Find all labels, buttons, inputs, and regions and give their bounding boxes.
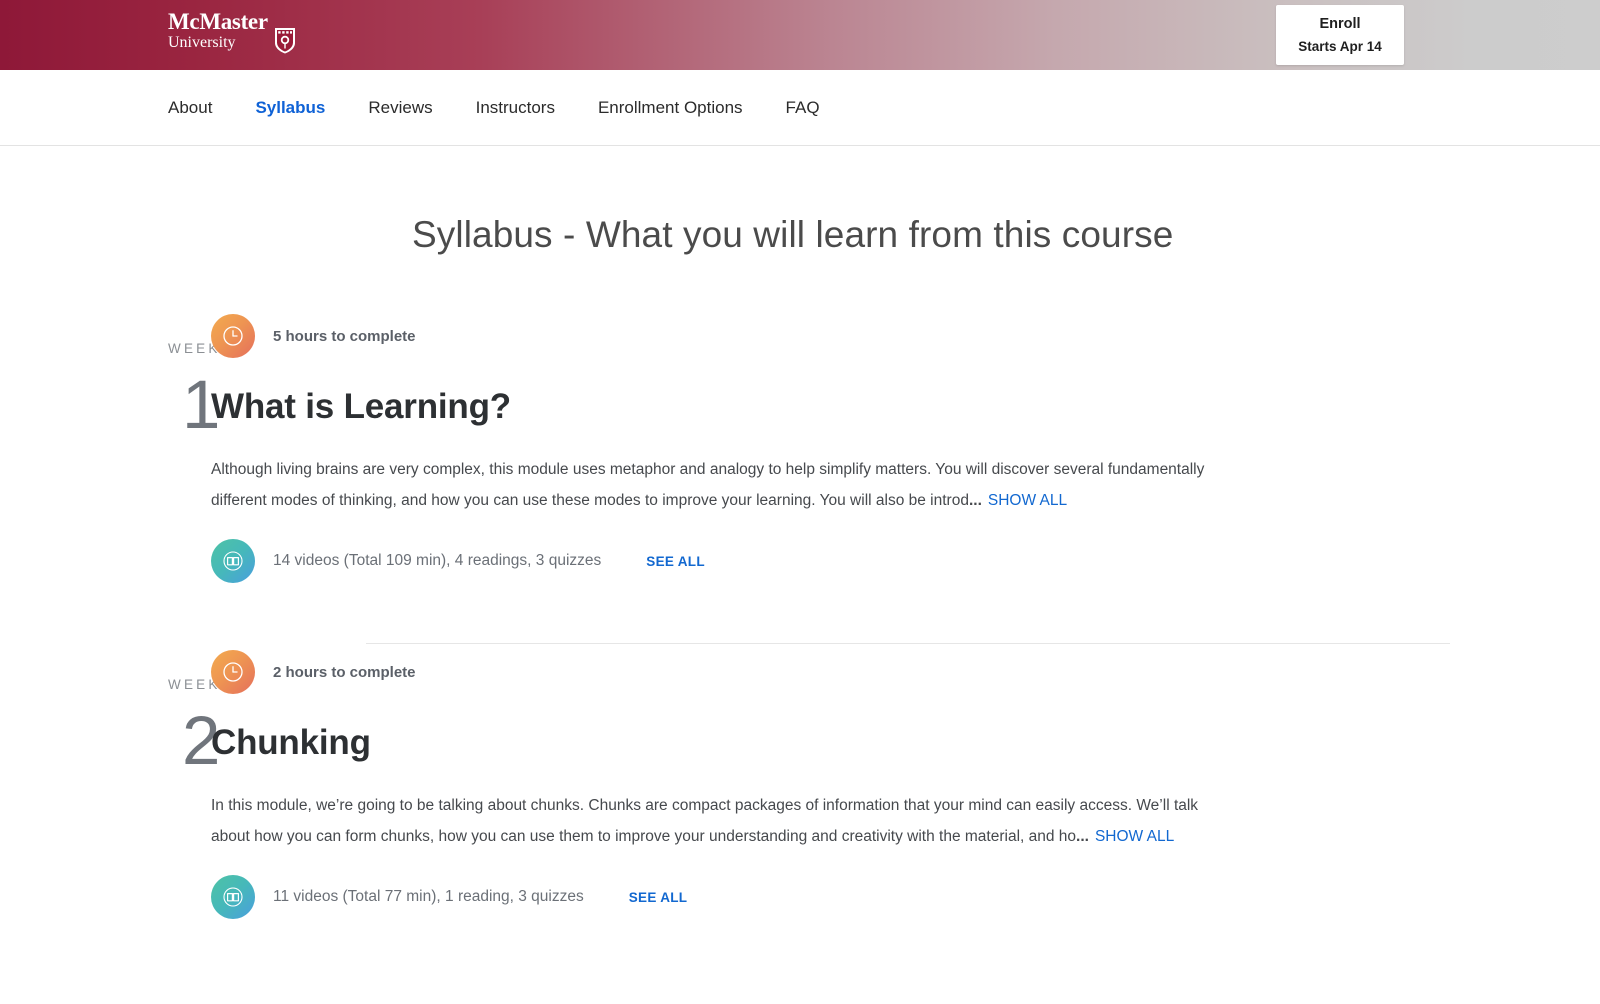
week-number: 2 — [182, 702, 221, 779]
week-content: 2 hours to complete Chunking In this mod… — [211, 650, 1600, 919]
logo-wordmark: McMaster University — [168, 9, 268, 51]
logo-secondary-text: University — [168, 34, 236, 51]
module-title: Chunking — [211, 723, 371, 762]
book-icon — [211, 539, 255, 583]
description-ellipsis: ... — [968, 492, 982, 509]
module-description-text: In this module, we’re going to be talkin… — [211, 797, 1199, 845]
enroll-button[interactable]: Enroll Starts Apr 14 — [1276, 5, 1404, 65]
module-description: Although living brains are very complex,… — [211, 454, 1241, 516]
see-all-link[interactable]: SEE ALL — [646, 554, 705, 569]
section-divider — [366, 643, 1450, 644]
see-all-link[interactable]: SEE ALL — [629, 890, 688, 905]
enroll-button-label: Enroll — [1319, 16, 1361, 32]
nav-item-enrollment-options[interactable]: Enrollment Options — [598, 98, 743, 118]
nav-item-syllabus[interactable]: Syllabus — [255, 98, 325, 118]
week-label: WEEK — [168, 341, 221, 356]
hours-to-complete: 5 hours to complete — [273, 327, 416, 345]
nav-item-about[interactable]: About — [168, 98, 212, 118]
nav-item-instructors[interactable]: Instructors — [476, 98, 555, 118]
week-number: 1 — [182, 366, 221, 443]
week-section: WEEK 1 5 hours to complete What is Learn… — [0, 314, 1600, 583]
content-summary-row: 11 videos (Total 77 min), 1 reading, 3 q… — [211, 875, 1450, 919]
book-icon — [211, 875, 255, 919]
week-section: WEEK 2 2 hours to complete Chunking In t… — [0, 650, 1600, 919]
description-ellipsis: ... — [1076, 828, 1089, 845]
duration-row: 5 hours to complete — [211, 314, 1450, 358]
show-all-link[interactable]: SHOW ALL — [988, 492, 1067, 509]
clock-icon — [211, 314, 255, 358]
content-summary: 11 videos (Total 77 min), 1 reading, 3 q… — [273, 888, 584, 905]
module-description: In this module, we’re going to be talkin… — [211, 790, 1241, 852]
logo-primary-text: McMaster — [168, 9, 268, 34]
clock-icon — [211, 650, 255, 694]
nav-item-faq[interactable]: FAQ — [786, 98, 820, 118]
hours-to-complete: 2 hours to complete — [273, 663, 416, 681]
shield-crest-icon — [274, 27, 296, 59]
mcmaster-university-logo[interactable]: McMaster University — [168, 9, 296, 59]
week-indicator: WEEK 2 — [0, 650, 221, 919]
content-summary-row: 14 videos (Total 109 min), 4 readings, 3… — [211, 539, 1450, 583]
week-label: WEEK — [168, 677, 221, 692]
page-title: Syllabus - What you will learn from this… — [412, 214, 1174, 255]
week-indicator: WEEK 1 — [0, 314, 221, 583]
content-summary: 14 videos (Total 109 min), 4 readings, 3… — [273, 552, 602, 569]
module-title: What is Learning? — [211, 387, 511, 426]
brand-header-bar: McMaster University Enroll Starts Apr 14 — [0, 0, 1600, 70]
nav-item-reviews[interactable]: Reviews — [368, 98, 432, 118]
show-all-link[interactable]: SHOW ALL — [1095, 828, 1174, 845]
week-content: 5 hours to complete What is Learning? Al… — [211, 314, 1600, 583]
course-nav-bar: About Syllabus Reviews Instructors Enrol… — [0, 70, 1600, 146]
duration-row: 2 hours to complete — [211, 650, 1450, 694]
enroll-start-date: Starts Apr 14 — [1298, 39, 1382, 54]
